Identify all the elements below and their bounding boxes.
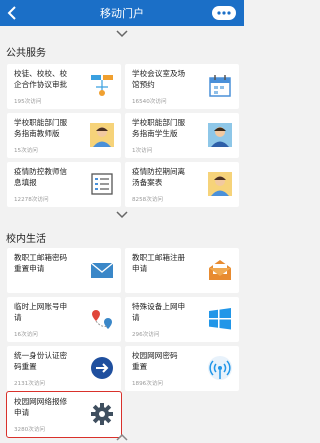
card-visits: 16540次访问 — [132, 99, 167, 105]
card-title: 校园网网密码 重置 — [132, 351, 178, 371]
service-card[interactable]: 学校职能部门服 务指南学生版 1次访问 — [125, 113, 239, 158]
card-visits: 195次访问 — [14, 99, 42, 105]
card-visits: 8258次访问 — [132, 197, 164, 203]
flow-diagram-icon — [91, 75, 113, 96]
card-visits: 296次访问 — [132, 332, 160, 338]
card-visits: 1次访问 — [132, 148, 153, 154]
service-card[interactable]: 统一身份认证密 码重置 2131次访问 — [7, 346, 121, 391]
card-visits: 3280次访问 — [14, 427, 46, 433]
student-avatar-icon — [208, 123, 232, 147]
card-title: 校徒、校校、校 企合作协议审批 — [14, 69, 68, 89]
service-card[interactable]: 教职工邮箱密码 重置申请 — [7, 248, 121, 293]
card-title: 特殊设备上网申 请 — [132, 302, 186, 322]
top-bar: 移动门户 — [0, 0, 244, 26]
card-title: 学校职能部门服 务指南学生版 — [132, 118, 186, 138]
card-title: 学校职能部门服 务指南教师版 — [14, 118, 68, 138]
service-card[interactable]: 临时上网账号申 请 16次访问 — [7, 297, 121, 342]
collapse-chevron-icon[interactable] — [114, 210, 130, 220]
card-visits: 12278次访问 — [14, 197, 49, 203]
service-card[interactable]: 校园网网密码 重置 1896次访问 — [125, 346, 239, 391]
service-card[interactable]: 疫情防控教师信 息填报 12278次访问 — [7, 162, 121, 207]
service-card[interactable]: 校徒、校校、校 企合作协议审批 195次访问 — [7, 64, 121, 109]
section-title-public: 公共服务 — [6, 48, 46, 59]
card-visits: 15次访问 — [14, 148, 38, 154]
section-title-campus: 校内生活 — [6, 234, 46, 245]
page-title: 移动门户 — [100, 7, 144, 20]
more-options-icon[interactable] — [212, 5, 236, 21]
mail-icon — [90, 262, 114, 278]
card-title: 教职工邮箱注册 申请 — [132, 253, 186, 273]
card-title: 疫情防控教师信 息填报 — [14, 167, 68, 187]
windows-icon — [209, 308, 231, 330]
card-visits: 2131次访问 — [14, 381, 46, 387]
card-title: 临时上网账号申 请 — [14, 302, 68, 322]
card-title: 教职工邮箱密码 重置申请 — [14, 253, 68, 273]
service-card-selected[interactable]: 校园网网络报修 申请 3280次访问 — [6, 391, 122, 438]
expand-chevron-icon[interactable] — [114, 433, 130, 441]
card-visits: 1896次访问 — [132, 381, 164, 387]
teacher-avatar-icon — [90, 123, 114, 147]
service-card[interactable]: 特殊设备上网申 请 296次访问 — [125, 297, 239, 342]
service-card[interactable]: 教职工邮箱注册 申请 — [125, 248, 239, 293]
arrow-circle-icon — [91, 357, 113, 379]
card-title: 校园网网络报修 申请 — [14, 397, 68, 417]
teacher-avatar-icon — [208, 172, 232, 196]
collapse-chevron-icon[interactable] — [114, 29, 130, 39]
document-icon — [91, 173, 113, 195]
map-pin-icon — [92, 310, 112, 329]
card-visits: 16次访问 — [14, 332, 38, 338]
service-card[interactable]: 疫情防控期间离 汤备案表 8258次访问 — [125, 162, 239, 207]
wireless-icon — [208, 356, 232, 380]
card-title: 统一身份认证密 码重置 — [14, 351, 68, 371]
card-title: 疫情防控期间离 汤备案表 — [132, 167, 186, 187]
card-title: 学校会议室及场 馆预约 — [132, 69, 186, 89]
service-card[interactable]: 学校会议室及场 馆预约 16540次访问 — [125, 64, 239, 109]
calendar-icon — [209, 75, 231, 97]
gear-icon — [91, 403, 113, 425]
service-card[interactable]: 学校职能部门服 务指南教师版 15次访问 — [7, 113, 121, 158]
mail-open-icon — [209, 260, 231, 280]
